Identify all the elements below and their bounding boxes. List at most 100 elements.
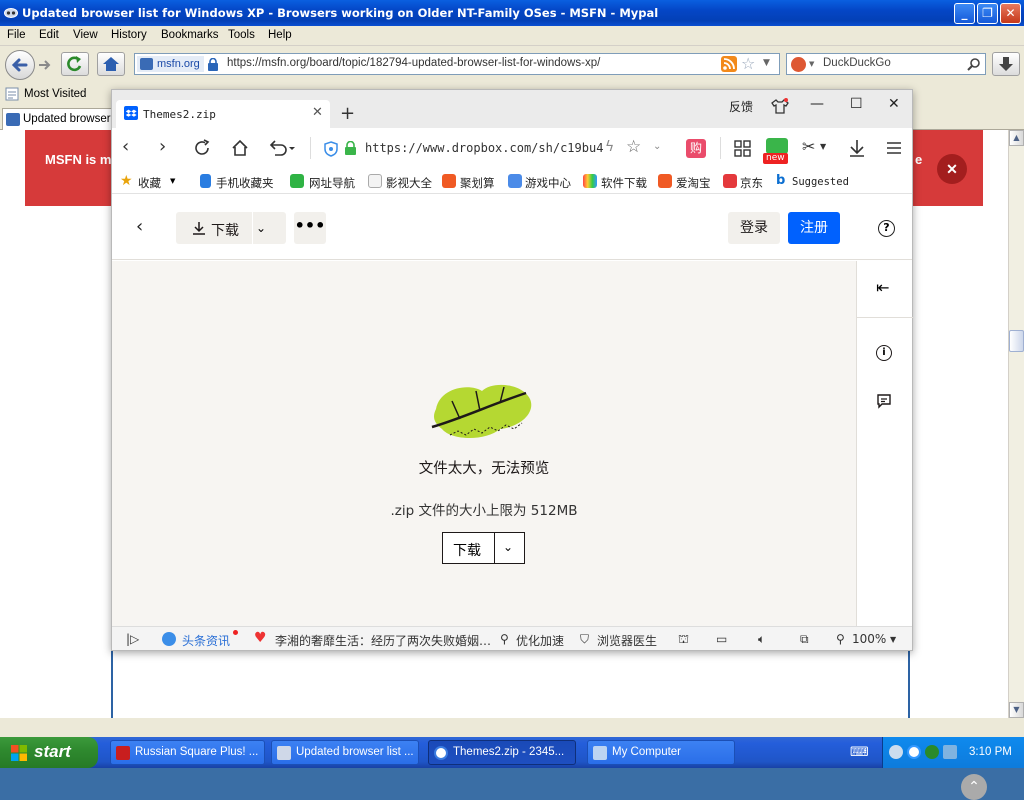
more-options-button[interactable]: •••	[294, 212, 326, 244]
fav-web-nav[interactable]: 网址导航	[309, 175, 355, 191]
fav-collect-dropdown-icon[interactable]: ▼	[170, 177, 175, 185]
center-download-button[interactable]: 下载	[453, 540, 481, 560]
scissors-dropdown-icon[interactable]: ▼	[820, 142, 826, 151]
tray-browser-icon[interactable]	[907, 745, 921, 759]
fav-game-center[interactable]: 游戏中心	[525, 175, 571, 191]
search-engine-dropdown-icon[interactable]: ▼	[809, 60, 814, 68]
task-themes2-zip[interactable]: Themes2.zip - 2345...	[428, 740, 576, 765]
menu-edit[interactable]: Edit	[39, 29, 59, 41]
popup-undo-icon[interactable]	[268, 138, 296, 158]
zoom-level[interactable]: 100%	[852, 632, 886, 646]
info-icon[interactable]: i	[876, 345, 892, 361]
tray-network-icon[interactable]	[925, 745, 939, 759]
task-my-computer[interactable]: My Computer	[587, 740, 735, 765]
collapse-panel-icon[interactable]: ⇤	[876, 278, 889, 297]
forward-button[interactable]	[37, 57, 51, 73]
minimize-button[interactable]: _	[954, 3, 975, 24]
center-download-chevron-icon[interactable]: ⌄	[503, 540, 513, 554]
game-icon[interactable]	[766, 138, 788, 154]
popup-home-icon[interactable]	[230, 138, 250, 158]
task-russian-square[interactable]: Russian Square Plus! ...	[110, 740, 265, 765]
start-button[interactable]: start	[0, 737, 98, 768]
task-mypal[interactable]: Updated browser list ...	[271, 740, 419, 765]
menu-bookmarks[interactable]: Bookmarks	[161, 29, 219, 41]
vertical-scrollbar[interactable]: ▲ ▼	[1008, 130, 1024, 718]
bookmark-star-icon[interactable]: ☆	[741, 54, 755, 73]
fav-aitaobao[interactable]: 爱淘宝	[676, 175, 711, 191]
popup-close-button[interactable]: ✕	[888, 96, 900, 112]
news-label[interactable]: 头条资讯	[182, 632, 230, 649]
scroll-up-arrow-icon[interactable]: ▲	[1009, 130, 1024, 146]
popup-tab-themes2[interactable]: Themes2.zip ✕	[116, 100, 330, 128]
popup-forward-icon[interactable]: ›	[159, 137, 166, 157]
fav-software-download[interactable]: 软件下载	[601, 175, 647, 191]
banner-close-button[interactable]: ✕	[937, 154, 967, 184]
optimize-label[interactable]: 优化加速	[516, 632, 564, 649]
maximize-button[interactable]: ❐	[977, 3, 998, 24]
popup-url-text[interactable]: https://www.dropbox.com/sh/c19bu4	[365, 141, 603, 155]
menu-view[interactable]: View	[73, 29, 98, 41]
url-dropdown-icon[interactable]: ⌄	[653, 141, 661, 152]
download-button[interactable]: 下载	[176, 212, 252, 244]
fav-phone-favorites[interactable]: 手机收藏夹	[216, 175, 274, 191]
reload-button[interactable]	[61, 52, 89, 76]
tray-monitor-icon[interactable]	[943, 745, 957, 759]
signup-button[interactable]: 注册	[788, 212, 840, 244]
feedback-button[interactable]: 反馈	[729, 98, 753, 115]
window-icon[interactable]: ⧉	[800, 632, 809, 647]
popup-maximize-button[interactable]: ☐	[850, 96, 863, 112]
fav-video[interactable]: 影视大全	[386, 175, 432, 191]
login-button[interactable]: 登录	[728, 212, 780, 244]
popup-reload-icon[interactable]	[192, 138, 212, 158]
back-button[interactable]	[5, 50, 35, 80]
menu-tools[interactable]: Tools	[228, 29, 255, 41]
rss-icon[interactable]	[721, 56, 737, 72]
browser-doctor-label[interactable]: 浏览器医生	[597, 632, 657, 649]
screen-icon[interactable]: ▭	[716, 632, 727, 646]
menu-help[interactable]: Help	[268, 29, 292, 41]
tray-app-icon[interactable]	[889, 745, 903, 759]
toolbox-icon[interactable]: ⛫	[678, 632, 689, 648]
downloads-button[interactable]	[992, 52, 1020, 76]
menu-file[interactable]: File	[7, 29, 26, 41]
zoom-dropdown-icon[interactable]: ▼	[890, 635, 896, 644]
popup-download-icon[interactable]	[848, 138, 866, 158]
popup-tab-close-icon[interactable]: ✕	[312, 105, 323, 120]
lock-icon[interactable]	[344, 141, 357, 156]
download-chevron-down-icon[interactable]: ⌄	[256, 221, 266, 235]
scroll-down-arrow-icon[interactable]: ▼	[1009, 702, 1024, 718]
search-box[interactable]: ▼ DuckDuckGo	[786, 53, 986, 75]
search-icon[interactable]	[967, 57, 981, 71]
screenshot-scissors-icon[interactable]: ✂	[802, 137, 815, 156]
keyboard-icon[interactable]: ⌨	[850, 745, 869, 760]
menu-history[interactable]: History	[111, 29, 147, 41]
fav-jd[interactable]: 京东	[740, 175, 763, 191]
new-tab-icon[interactable]: +	[340, 103, 355, 124]
news-headline[interactable]: 李湘的奢靡生活：经历了两次失败婚姻…	[275, 632, 491, 649]
favorite-star-icon[interactable]: ☆	[626, 137, 641, 157]
site-identity[interactable]: msfn.org	[137, 56, 204, 72]
url-dropdown-icon[interactable]: ▼	[763, 58, 770, 68]
shopping-icon[interactable]: 购	[686, 139, 706, 158]
bookmark-most-visited[interactable]: Most Visited	[24, 88, 86, 100]
lightning-icon[interactable]: ϟ	[605, 139, 614, 155]
menu-hamburger-icon[interactable]	[886, 140, 902, 156]
sidebar-toggle-icon[interactable]: |▷	[126, 632, 139, 646]
popup-back-icon[interactable]: ‹	[122, 137, 129, 157]
volume-icon[interactable]: 🔈︎	[758, 632, 765, 647]
apps-grid-icon[interactable]	[734, 140, 752, 158]
comment-icon[interactable]	[876, 393, 892, 409]
dropbox-back-icon[interactable]: ‹	[136, 216, 143, 237]
home-button[interactable]	[97, 52, 125, 76]
mypal-tab-updated-browser-list[interactable]: Updated browser li	[2, 108, 112, 130]
help-icon[interactable]: ?	[878, 220, 895, 237]
fav-juhuasuan[interactable]: 聚划算	[460, 175, 495, 191]
close-button[interactable]: ✕	[1000, 3, 1021, 24]
fav-collect[interactable]: 收藏	[138, 175, 161, 191]
shield-icon[interactable]	[324, 141, 338, 157]
fav-suggested[interactable]: Suggested	[792, 176, 849, 188]
clock[interactable]: 3:10 PM	[969, 746, 1012, 758]
scrollbar-thumb[interactable]	[1009, 330, 1024, 352]
skin-shirt-icon[interactable]	[771, 98, 789, 114]
address-bar[interactable]: msfn.org https://msfn.org/board/topic/18…	[134, 53, 780, 75]
